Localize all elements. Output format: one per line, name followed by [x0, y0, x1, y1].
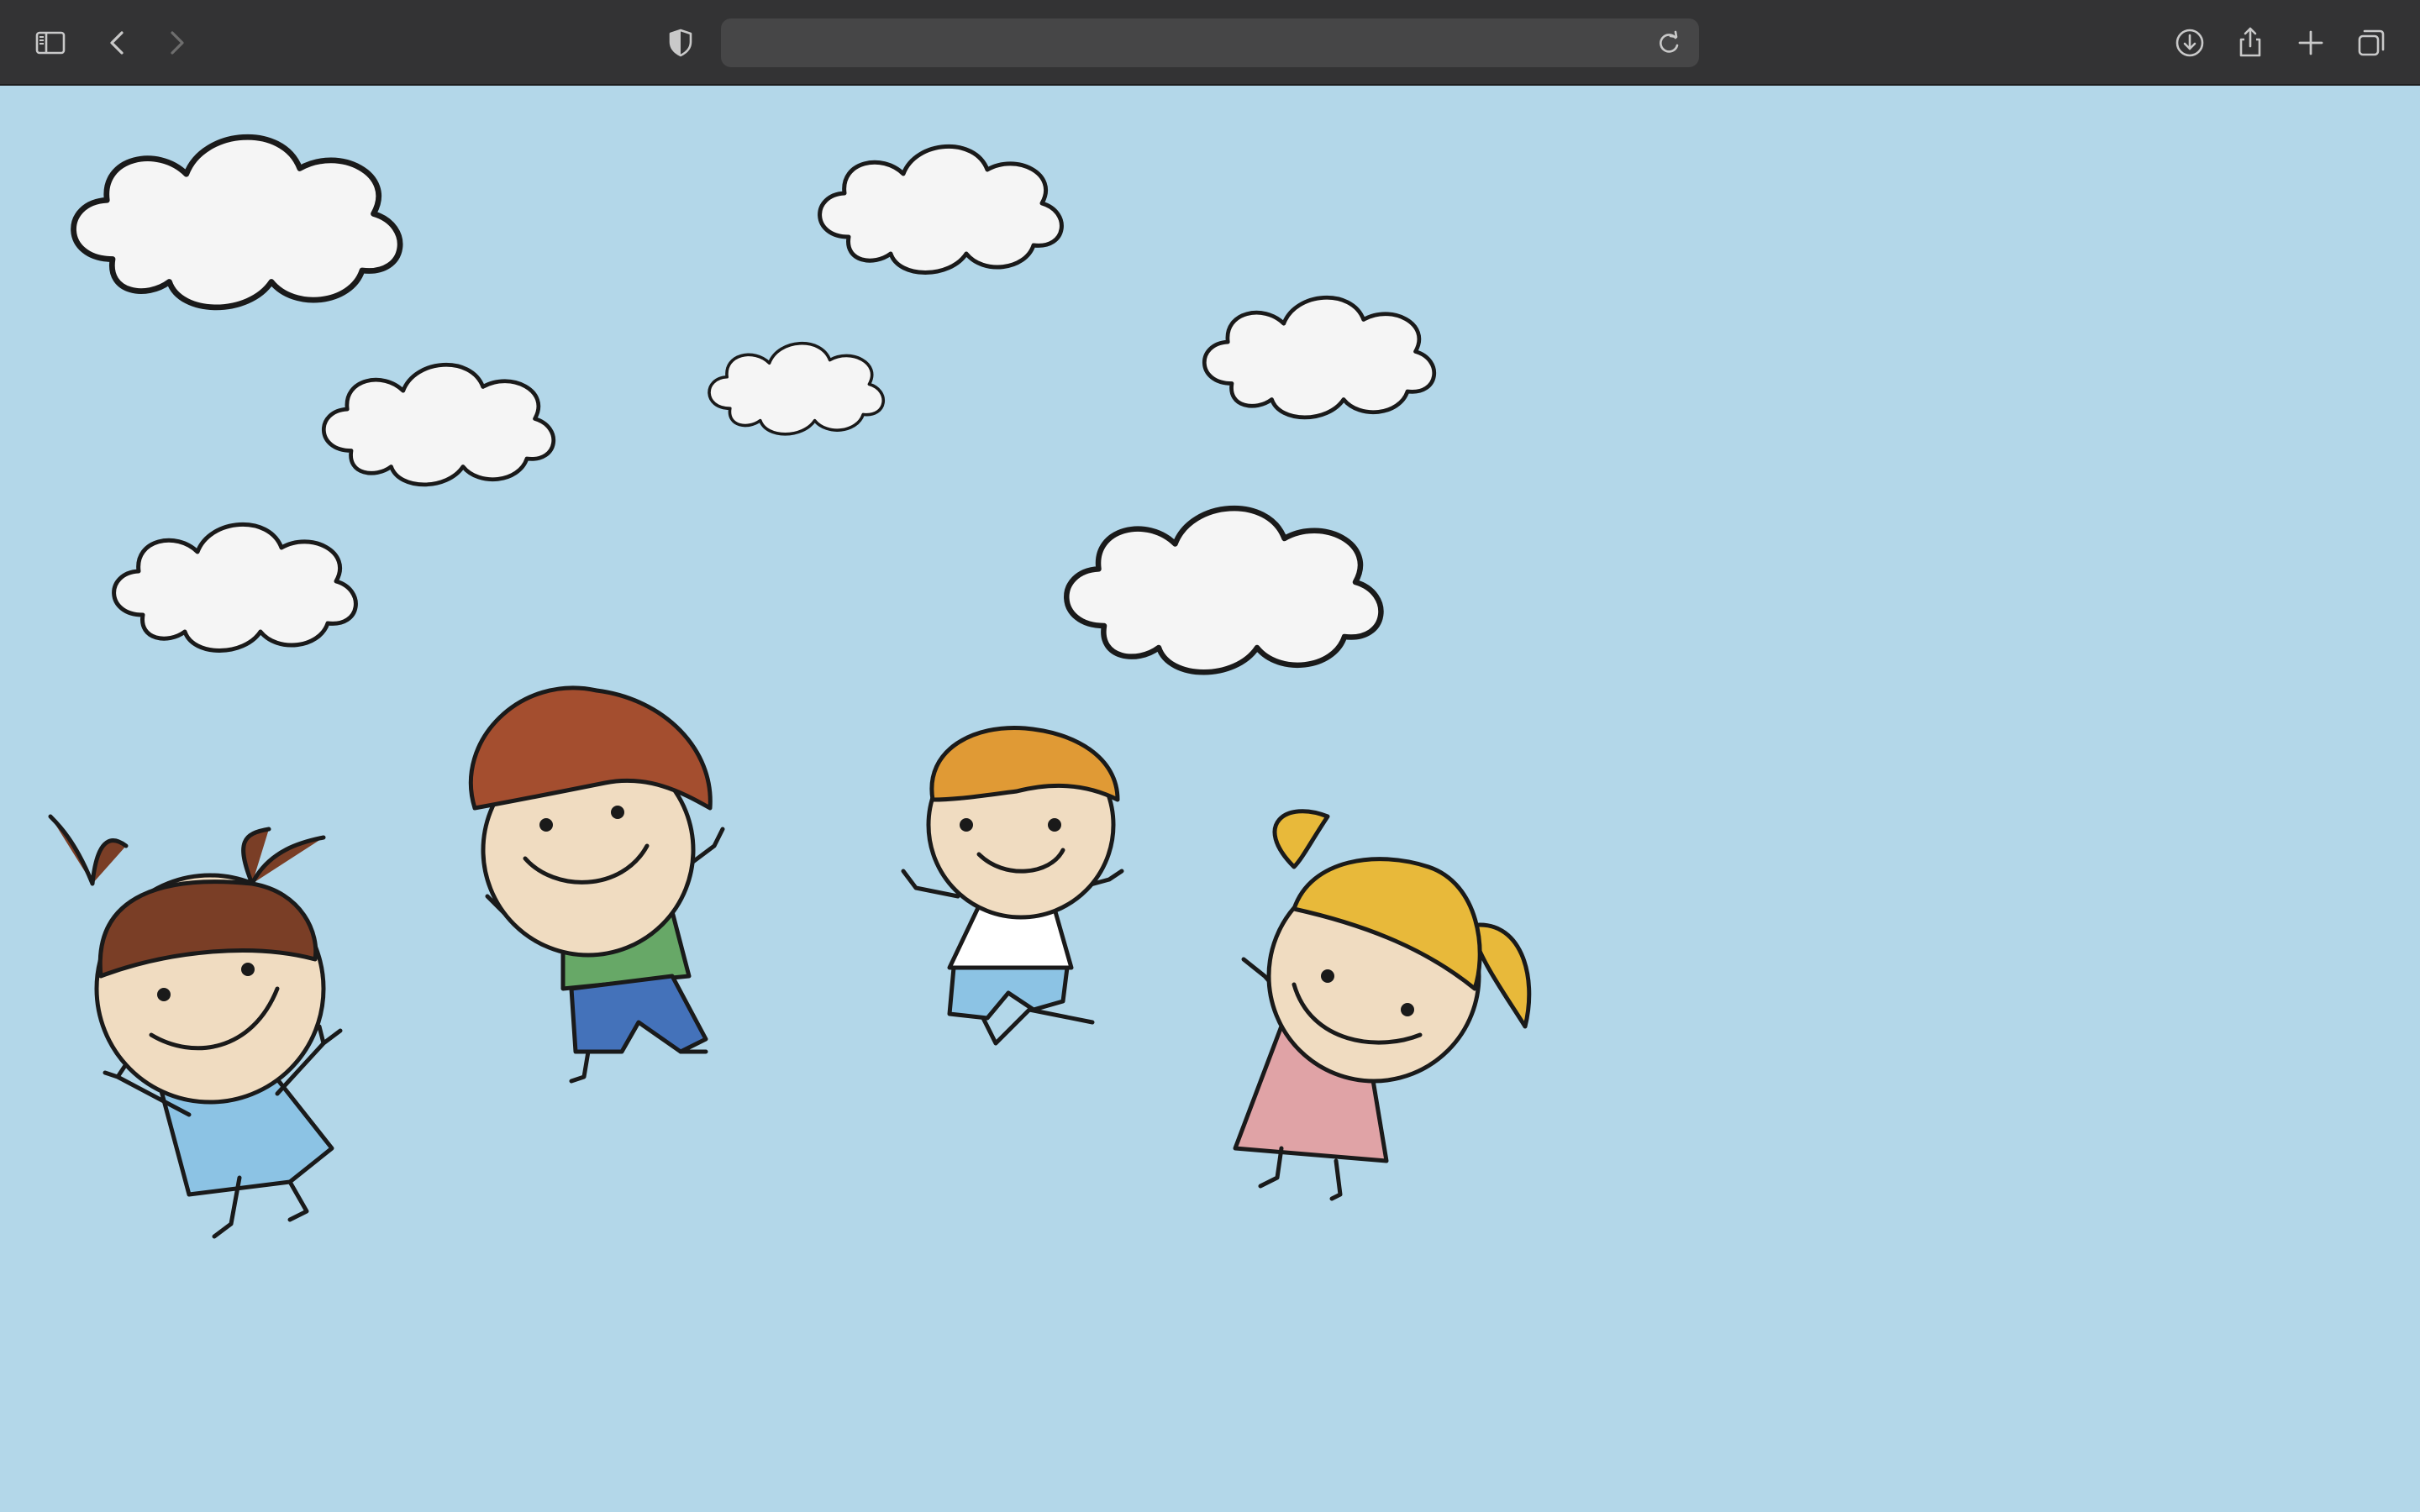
tab-overview-button[interactable]	[2346, 18, 2396, 68]
share-icon	[2239, 27, 2261, 57]
sidebar-button[interactable]	[25, 18, 76, 68]
address-input[interactable]	[741, 18, 1635, 69]
back-button[interactable]	[92, 18, 143, 68]
shield-icon	[669, 29, 692, 57]
downloads-button[interactable]	[2165, 18, 2215, 68]
reload-icon[interactable]	[1654, 29, 1684, 59]
download-icon	[2175, 29, 2204, 57]
cloud	[74, 137, 401, 307]
browser-toolbar	[0, 0, 2420, 86]
cloud	[1204, 297, 1434, 417]
cloud	[1066, 508, 1381, 672]
cloud	[114, 524, 356, 650]
kids-and-clouds-illustration	[48, 86, 1532, 1239]
cloud	[708, 341, 886, 436]
share-button[interactable]	[2225, 18, 2275, 68]
web-content	[0, 86, 2420, 1512]
child-boy-orange-hair	[901, 725, 1124, 1046]
child-girl-pigtails	[48, 814, 343, 1239]
tab-overview-icon	[2358, 29, 2385, 56]
child-boy-red-hair	[468, 685, 725, 1084]
plus-icon	[2298, 30, 2323, 55]
cloud	[324, 365, 553, 485]
new-tab-button[interactable]	[2286, 18, 2336, 68]
privacy-report-button[interactable]	[655, 18, 706, 68]
child-girl-ponytail	[1233, 809, 1532, 1201]
forward-button[interactable]	[151, 18, 202, 68]
cloud	[820, 146, 1062, 272]
chevron-left-icon	[110, 31, 124, 55]
address-bar[interactable]	[721, 18, 1699, 69]
sidebar-icon	[35, 31, 66, 55]
chevron-right-icon	[171, 31, 184, 55]
